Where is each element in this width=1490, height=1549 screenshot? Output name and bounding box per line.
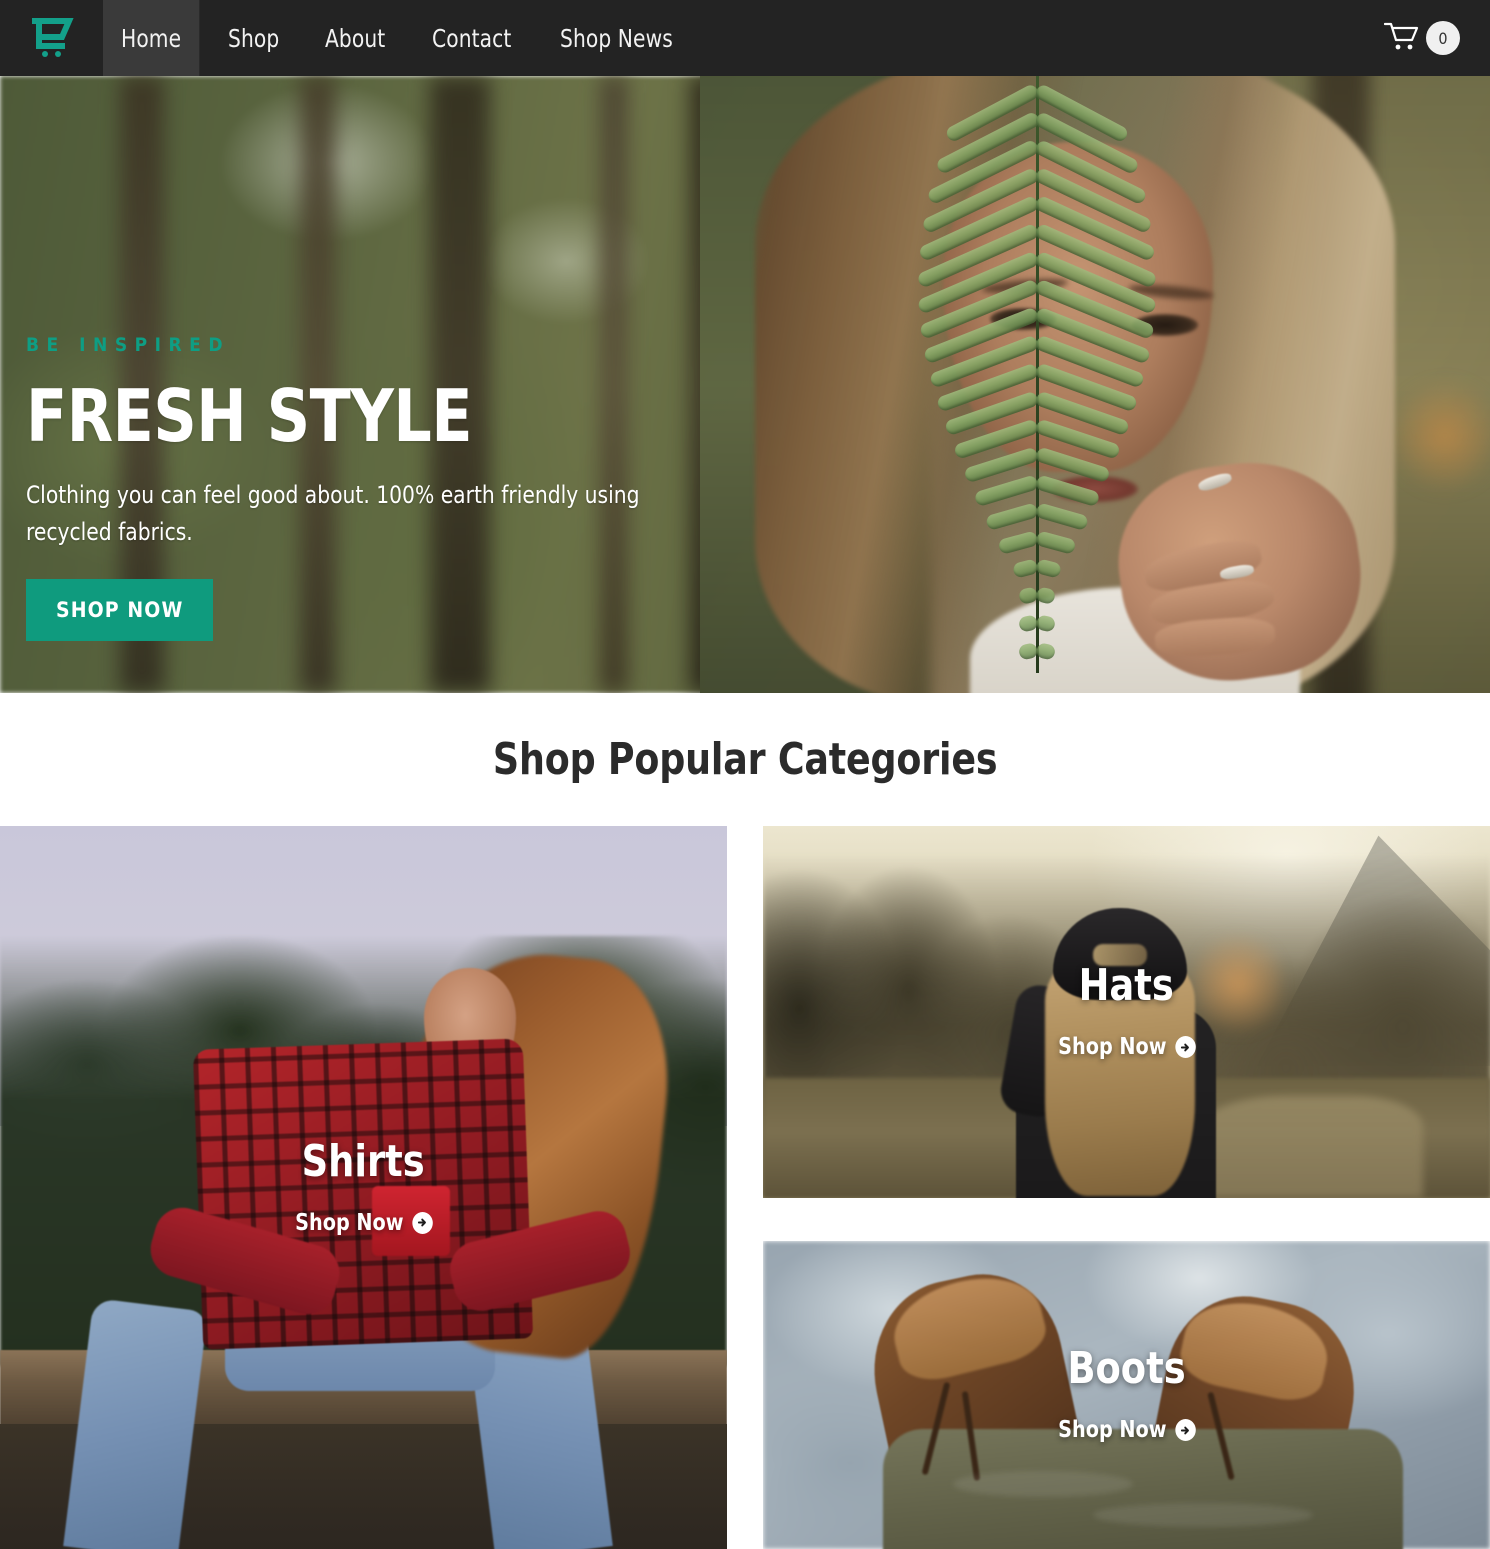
hats-cta-label: Shop Now (1057, 1034, 1167, 1060)
hero-subtitle: Clothing you can feel good about. 100% e… (26, 481, 640, 547)
boots-shop-now-link[interactable]: Shop Now (1057, 1417, 1196, 1443)
arrow-right-circle-icon (1174, 1419, 1196, 1441)
primary-nav: Home Shop About Contact Shop News (103, 0, 707, 76)
arrow-right-circle-icon (1174, 1036, 1196, 1058)
boots-cta-label: Shop Now (1057, 1417, 1167, 1443)
nav-link-about[interactable]: About (307, 0, 403, 76)
arrow-right-circle-icon (411, 1211, 433, 1234)
cart-icon (1383, 21, 1420, 56)
hats-card-title: Hats (1078, 960, 1175, 1011)
shopping-cart-icon (29, 15, 75, 61)
hero-photo-woman-with-fern (700, 76, 1490, 693)
hero-title: FRESH STYLE (26, 374, 473, 458)
category-card-shirts[interactable]: Shirts Shop Now (0, 826, 727, 1549)
shirts-card-title: Shirts (301, 1135, 426, 1187)
hero-copy: BE INSPIRED FRESH STYLE Clothing you can… (26, 334, 686, 642)
hats-shop-now-link[interactable]: Shop Now (1057, 1034, 1196, 1060)
hero-banner: BE INSPIRED FRESH STYLE Clothing you can… (0, 76, 1490, 693)
category-card-boots[interactable]: Boots Shop Now (763, 1241, 1490, 1549)
site-logo[interactable] (0, 0, 103, 76)
hero-fern-leaf (916, 76, 1158, 673)
cart-count-badge: 0 (1426, 21, 1460, 55)
boots-card-title: Boots (1067, 1343, 1186, 1394)
nav-link-contact[interactable]: Contact (414, 0, 529, 76)
hero-shop-now-button[interactable]: SHOP NOW (26, 579, 214, 642)
shirts-cta-label: Shop Now (294, 1209, 404, 1236)
nav-link-shop-news[interactable]: Shop News (542, 0, 691, 76)
categories-heading-section: Shop Popular Categories (0, 693, 1490, 826)
category-grid: Shirts Shop Now Hats Shop Now Boots Shop… (0, 826, 1490, 1549)
cart-button[interactable]: 0 (1383, 0, 1490, 76)
nav-link-home[interactable]: Home (103, 0, 200, 76)
top-navbar: Home Shop About Contact Shop News 0 (0, 0, 1490, 76)
hero-eyebrow: BE INSPIRED (26, 334, 231, 356)
category-card-hats[interactable]: Hats Shop Now (763, 826, 1490, 1198)
nav-link-shop[interactable]: Shop (210, 0, 297, 76)
shirts-shop-now-link[interactable]: Shop Now (294, 1209, 433, 1236)
categories-heading: Shop Popular Categories (492, 734, 998, 785)
